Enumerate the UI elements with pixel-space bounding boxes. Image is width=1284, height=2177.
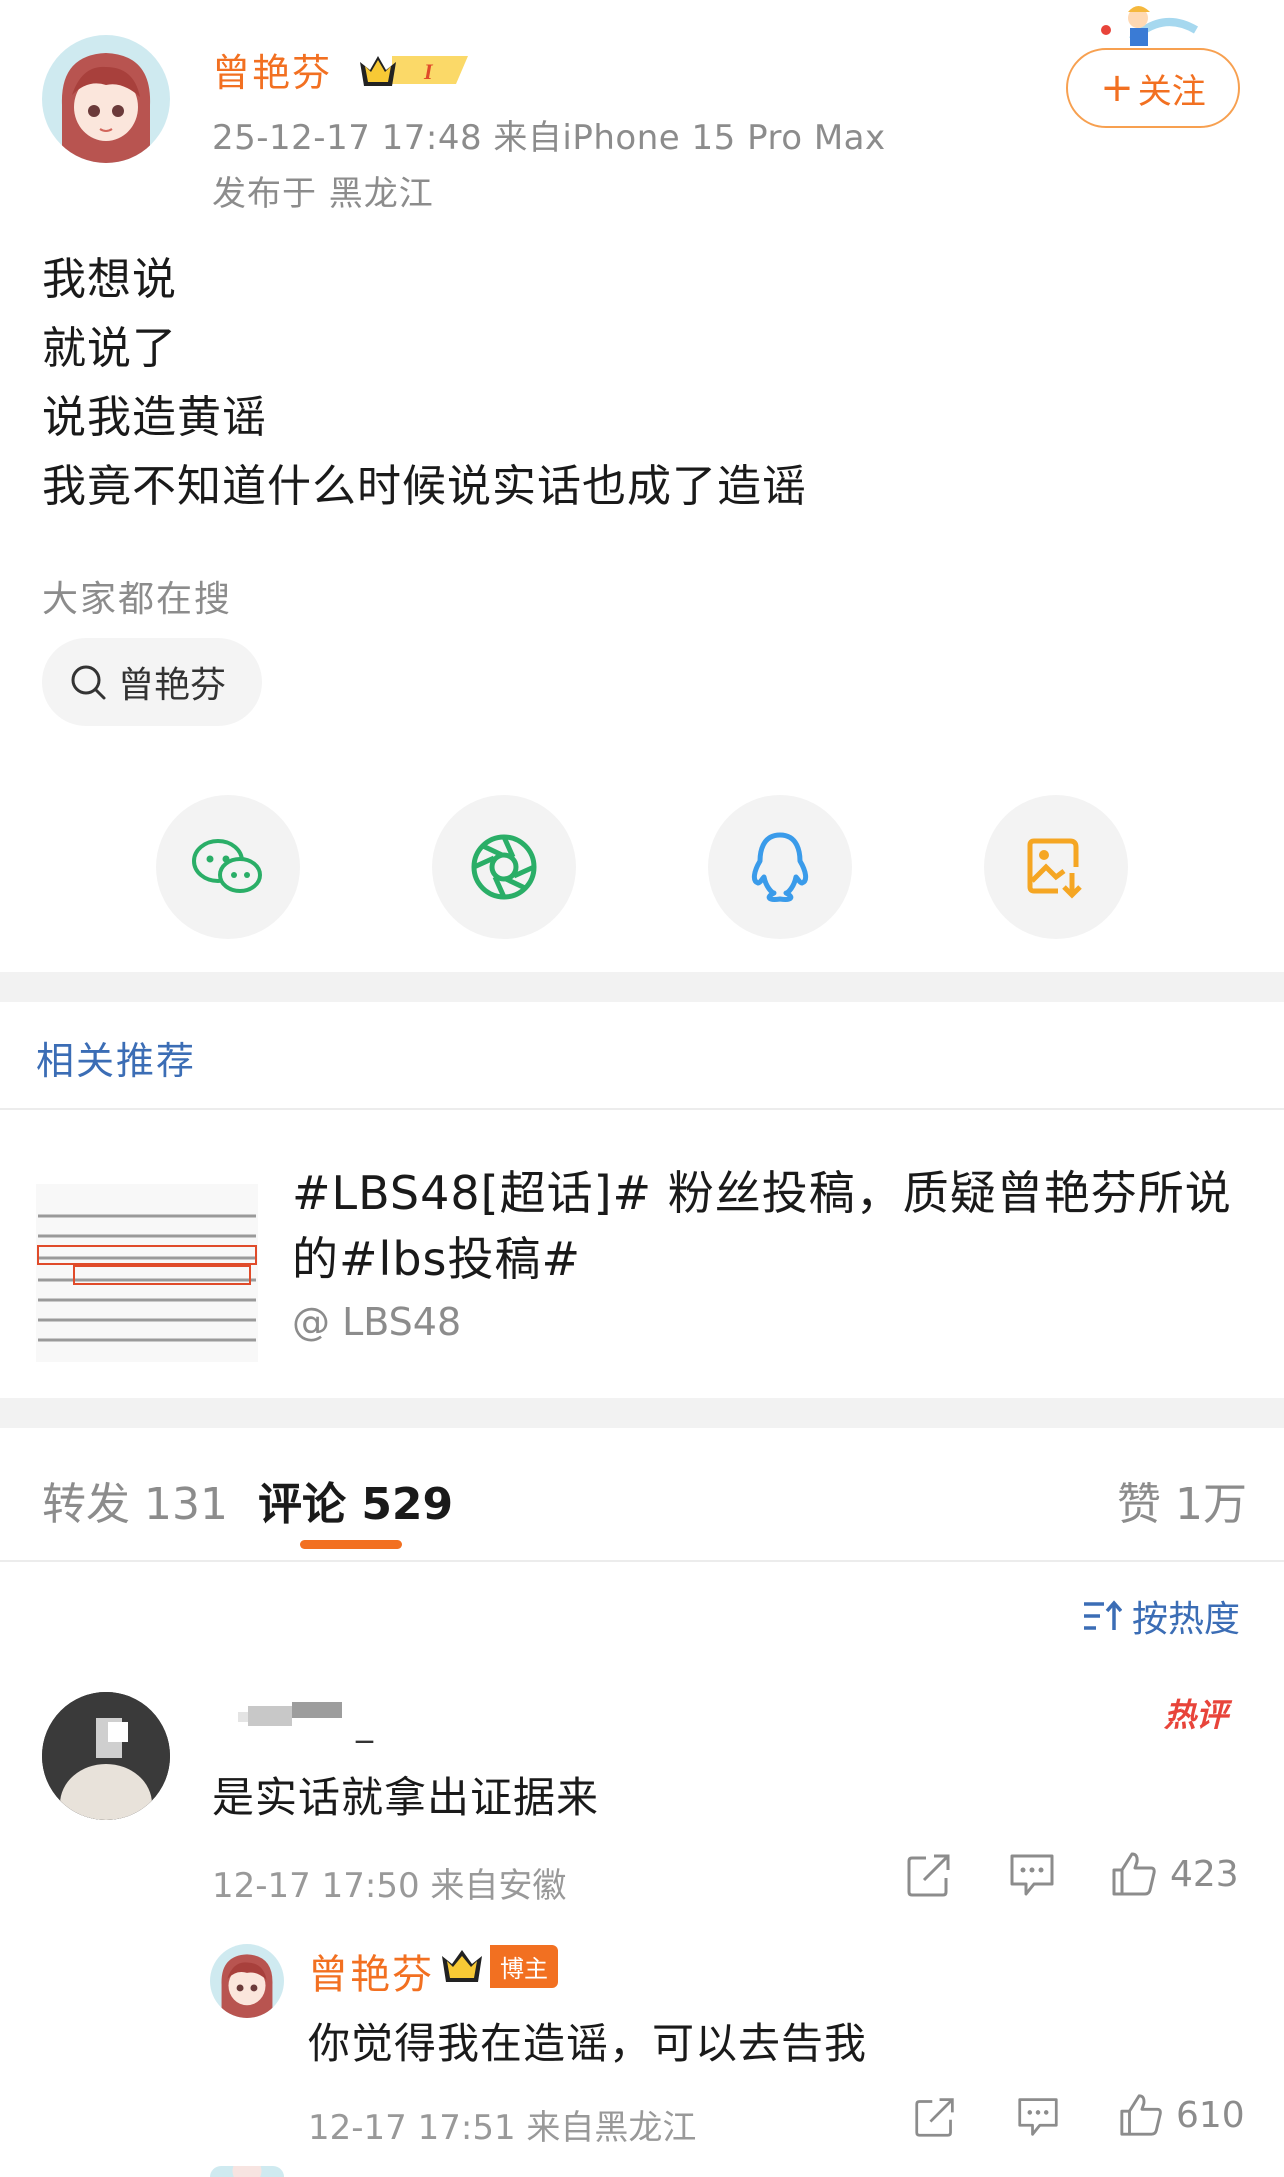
follow-decoration-icon bbox=[1101, 6, 1199, 46]
comment-reply-button[interactable] bbox=[1008, 1852, 1056, 1898]
share-moments-button[interactable] bbox=[432, 795, 576, 939]
comment-share-button[interactable] bbox=[906, 1852, 952, 1898]
author-avatar[interactable] bbox=[42, 35, 170, 163]
sort-by-hot-button[interactable]: 按热度 bbox=[1082, 1590, 1240, 1642]
sort-label: 按热度 bbox=[1132, 1599, 1241, 1640]
crown-icon bbox=[442, 1950, 482, 1982]
post-location: 发布于 黑龙江 bbox=[212, 174, 434, 214]
reply-author-name[interactable]: 曾艳芬 bbox=[308, 1942, 434, 2000]
moments-icon bbox=[471, 834, 537, 900]
related-section-title: 相关推荐 bbox=[36, 1039, 197, 1083]
comment-icon bbox=[1018, 2098, 1058, 2136]
comment-like-button[interactable]: 423 bbox=[1110, 1850, 1239, 1898]
comment-icon bbox=[1010, 1854, 1054, 1896]
post-line: 我想说 bbox=[42, 254, 177, 305]
plus-icon: + bbox=[1100, 65, 1134, 111]
share-qq-button[interactable] bbox=[708, 795, 852, 939]
reply-time-source: 12-17 17:51 来自黑龙江 bbox=[308, 2108, 697, 2148]
commenter-avatar[interactable] bbox=[42, 1692, 170, 1820]
commenter-name-suffix: _ bbox=[356, 1704, 373, 1744]
post-line: 说我造黄谣 bbox=[42, 392, 267, 443]
search-chip-label: 曾艳芬 bbox=[118, 665, 227, 706]
share-wechat-button[interactable] bbox=[156, 795, 300, 939]
reply-author-avatar[interactable] bbox=[210, 1944, 284, 2018]
blogger-badge: 博主 bbox=[438, 1944, 558, 1988]
hot-comment-badge: 热评 bbox=[1164, 1696, 1229, 1734]
save-image-icon bbox=[1027, 838, 1082, 899]
related-post-title[interactable]: #LBS48[超话]# 粉丝投稿，质疑曾艳芬所说的#lbs投稿# bbox=[292, 1160, 1252, 1292]
follow-label: 关注 bbox=[1137, 71, 1206, 112]
blogger-badge-label: 博主 bbox=[490, 1944, 558, 1988]
divider bbox=[0, 1560, 1284, 1562]
thumbs-up-icon bbox=[1112, 1852, 1156, 1896]
related-thumbnail[interactable] bbox=[36, 1184, 258, 1362]
reply-comment-button[interactable] bbox=[1016, 2096, 1060, 2138]
tab-reposts[interactable]: 转发 131 bbox=[42, 1468, 228, 1532]
comment-time-source: 12-17 17:50 来自安徽 bbox=[212, 1866, 567, 1906]
author-name[interactable]: 曾艳芬 bbox=[212, 42, 332, 97]
search-icon bbox=[71, 665, 106, 700]
sort-icon bbox=[1084, 1600, 1122, 1630]
tab-comments[interactable]: 评论 529 bbox=[258, 1468, 453, 1532]
active-tab-indicator bbox=[300, 1540, 402, 1549]
comment-text: 是实话就拿出证据来 bbox=[212, 1773, 600, 1822]
comment-like-count: 423 bbox=[1170, 1853, 1239, 1895]
section-divider bbox=[0, 972, 1284, 1002]
share-icon bbox=[915, 2098, 954, 2137]
related-post-author[interactable]: @ LBS48 bbox=[292, 1300, 461, 1344]
thumbs-up-icon bbox=[1120, 2094, 1162, 2136]
commenter-name-redacted bbox=[238, 1702, 342, 1726]
wechat-icon bbox=[192, 839, 262, 893]
follow-button[interactable]: + 关注 bbox=[1066, 48, 1240, 128]
next-reply-avatar[interactable] bbox=[210, 2166, 284, 2177]
reply-text: 你觉得我在造谣，可以去告我 bbox=[308, 2019, 868, 2068]
post-time-source: 25-12-17 17:48 来自iPhone 15 Pro Max bbox=[212, 118, 886, 158]
post-line: 就说了 bbox=[42, 323, 177, 374]
search-chip[interactable]: 曾艳芬 bbox=[42, 638, 263, 726]
post-line: 我竟不知道什么时候说实话也成了造谣 bbox=[42, 461, 807, 512]
reply-like-button[interactable]: 610 bbox=[1118, 2092, 1245, 2138]
reply-like-count: 610 bbox=[1176, 2094, 1245, 2136]
member-level-badge: I bbox=[360, 56, 468, 86]
post-content: 我想说 就说了 说我造黄谣 我竟不知道什么时候说实话也成了造谣 bbox=[42, 245, 807, 521]
tab-likes[interactable]: 赞 1万 bbox=[1117, 1468, 1247, 1532]
share-icon bbox=[907, 1854, 950, 1897]
section-divider bbox=[0, 1398, 1284, 1428]
svg-text:I: I bbox=[423, 59, 434, 84]
trending-search-title: 大家都在搜 bbox=[42, 579, 233, 620]
qq-icon bbox=[751, 832, 809, 902]
save-image-button[interactable] bbox=[984, 795, 1128, 939]
divider bbox=[0, 1108, 1284, 1110]
reply-share-button[interactable] bbox=[914, 2096, 956, 2138]
